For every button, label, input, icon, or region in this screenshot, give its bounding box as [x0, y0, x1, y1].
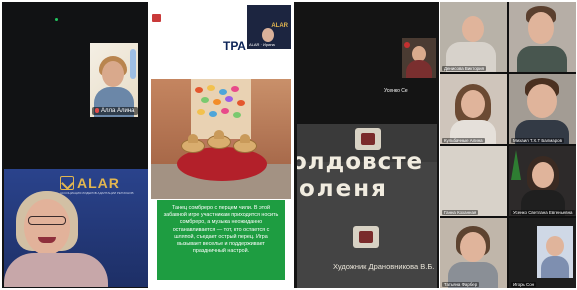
umbrella-icon	[219, 89, 227, 95]
speaker-glasses	[28, 216, 66, 225]
participant-name: Денисова Виктория	[442, 66, 486, 71]
left-video-panel: Алла Алина ALAR АССОЦИАЦИЯ ЛИДЕРОВ АДАПТ…	[2, 2, 148, 288]
participant-name: Кульбачные Алина	[442, 138, 485, 143]
umbrella-icon	[195, 87, 203, 93]
slide-logo-icon	[152, 14, 161, 22]
mini-participant-face	[262, 28, 274, 42]
participant-name: Михаил Т.Х.Т Балмаров	[511, 138, 564, 143]
participant-tile[interactable]	[509, 2, 576, 72]
brand-tagline: АССОЦИАЦИЯ ЛИДЕРОВ АДАПТАЦИИ РЕГИОНОВ	[60, 191, 134, 195]
participant-name: Ганна Коханная	[442, 210, 479, 215]
umbrella-icon	[237, 100, 245, 106]
self-video-tile[interactable]: Алла Алина	[90, 43, 138, 117]
sombrero-icon	[207, 130, 231, 149]
sombrero-icon	[233, 134, 257, 153]
mic-off-icon	[95, 107, 99, 113]
speaker-body	[4, 253, 108, 287]
participant-face	[527, 84, 557, 118]
inset-participant-body	[541, 256, 569, 278]
umbrella-icon	[209, 111, 217, 117]
brand-name: ALAR	[77, 175, 120, 191]
book-author: Художник Драновникова В.Б.	[333, 262, 435, 271]
umbrella-icon	[207, 85, 215, 91]
participant-name: Татьяна Фарбер	[442, 282, 480, 287]
participant-tile[interactable]: Кульбачные Алина	[440, 74, 507, 144]
slide-caption-text: Танец сомбреро с перцем чили. В этой заб…	[163, 205, 279, 255]
book-cover: олдовсте оленя Художник Драновникова В.Б…	[297, 124, 437, 288]
tree-icon	[511, 150, 521, 180]
inset-video	[537, 226, 573, 278]
participant-face	[102, 61, 124, 87]
participant-face	[460, 232, 486, 262]
umbrella-icon	[221, 108, 229, 114]
tile-decoration	[130, 49, 136, 79]
speaker-video-tile[interactable]: ALAR АССОЦИАЦИЯ ЛИДЕРОВ АДАПТАЦИИ РЕГИОН…	[4, 169, 148, 287]
participant-face	[462, 16, 484, 42]
slide-title: ТРА	[223, 39, 246, 53]
participant-tile[interactable]: Татьяна Фарбер	[440, 218, 507, 288]
brand-logo: ALAR	[60, 175, 120, 191]
participant-body	[406, 60, 432, 78]
emblem-icon	[355, 128, 381, 150]
speaker-face	[24, 199, 70, 255]
slide-caption-box: Танец сомбреро с перцем чили. В этой заб…	[157, 200, 285, 280]
participant-body	[517, 46, 567, 72]
participant-face	[532, 162, 554, 188]
participant-tile[interactable]: Игорь Сон	[509, 218, 576, 288]
status-dot	[55, 18, 58, 21]
participants-grid: Денисова Виктория Кульбачные Алина Михаи…	[440, 2, 576, 288]
participant-name-tag: Алла Алина	[92, 106, 138, 115]
inset-participant-face	[546, 236, 564, 256]
mini-brand-name: ALAR	[271, 23, 288, 29]
participant-tile[interactable]: Денисова Виктория	[440, 2, 507, 72]
book-title-line-1: олдовсте	[297, 149, 424, 175]
participant-name: Усенко Светлана Евгеньевна	[511, 210, 575, 215]
participant-tile[interactable]: Усенко Светлана Евгеньевна	[509, 146, 576, 216]
umbrella-icon	[197, 109, 205, 115]
brand-mark-icon	[60, 176, 74, 190]
decoration-icon	[404, 42, 410, 48]
participant-video-tile[interactable]	[402, 38, 436, 78]
participant-name: Усенко Се	[384, 88, 408, 94]
sombrero-icon	[181, 134, 205, 153]
slide-photo	[151, 79, 291, 199]
participant-face	[528, 12, 554, 44]
participant-name: Игорь Сон	[511, 282, 537, 287]
umbrella-icon	[213, 99, 221, 105]
participant-tile[interactable]: Ганна Коханная	[440, 146, 507, 216]
book-title-line-2: оленя	[299, 176, 388, 202]
umbrella-icon	[201, 97, 209, 103]
book-video-panel: Усенко Се олдовсте оленя Художник Дранов…	[294, 2, 439, 288]
emblem-icon	[353, 226, 379, 248]
participant-tile[interactable]: Михаил Т.Х.Т Балмаров	[509, 74, 576, 144]
shared-slide-panel: ТРА ALAR ALAR · Ирина Танец сомбреро с п…	[149, 2, 294, 288]
umbrella-icon	[231, 86, 239, 92]
mini-tile-label: ALAR · Ирина	[249, 42, 275, 47]
participant-name: Алла Алина	[101, 108, 135, 114]
umbrella-icon	[233, 112, 241, 118]
umbrella-icon	[225, 96, 233, 102]
presenter-mini-tile[interactable]: ALAR ALAR · Ирина	[247, 5, 291, 49]
participant-face	[461, 90, 485, 118]
